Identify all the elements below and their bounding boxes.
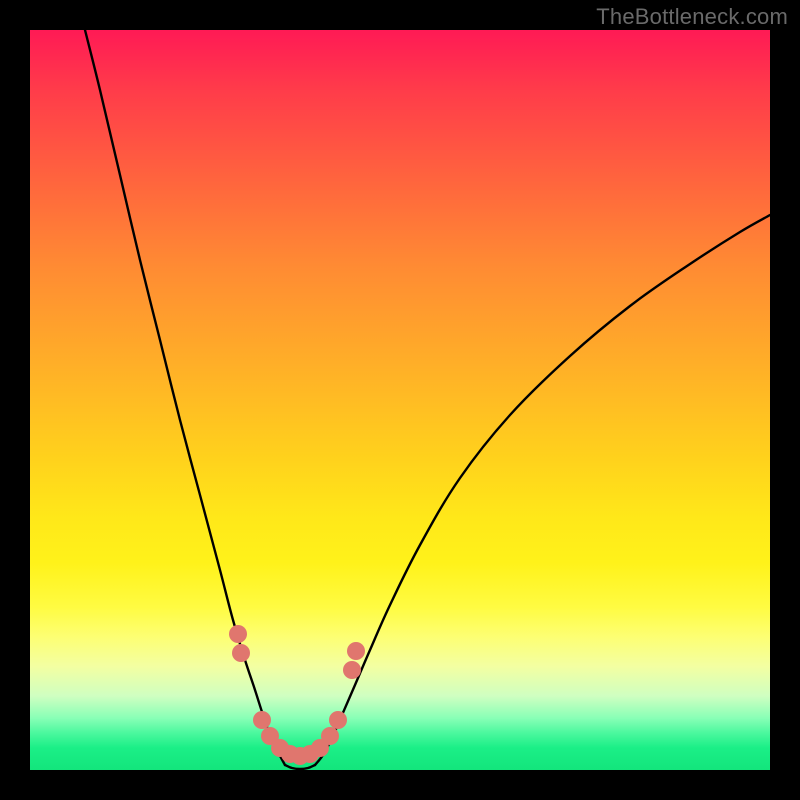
curve-valley <box>285 765 315 769</box>
plot-area <box>30 30 770 770</box>
curve-left <box>85 30 285 765</box>
marker-dot <box>253 711 271 729</box>
marker-dot <box>232 644 250 662</box>
curve-layer <box>30 30 770 770</box>
marker-dot <box>329 711 347 729</box>
curve-right <box>315 215 770 765</box>
marker-dot <box>347 642 365 660</box>
chart-frame: TheBottleneck.com <box>0 0 800 800</box>
marker-dot <box>229 625 247 643</box>
marker-dot <box>321 727 339 745</box>
marker-dot <box>343 661 361 679</box>
watermark-text: TheBottleneck.com <box>596 4 788 30</box>
marker-group <box>229 625 365 765</box>
